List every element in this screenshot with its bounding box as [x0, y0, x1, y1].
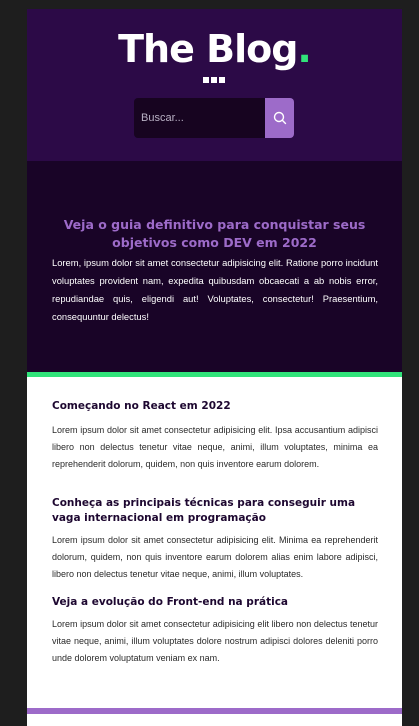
article-list: Começando no React em 2022 Lorem ipsum d…: [27, 377, 402, 708]
hero-title[interactable]: Veja o guia definitivo para conquistar s…: [51, 216, 378, 252]
site-logo[interactable]: The Blog.: [27, 27, 402, 71]
menu-dot: [211, 77, 217, 83]
search-bar: [134, 98, 294, 138]
logo-text: The Blog: [118, 27, 298, 71]
article-title[interactable]: Começando no React em 2022: [52, 399, 378, 414]
article-text: Lorem ipsum dolor sit amet consectetur a…: [52, 619, 378, 663]
article-title[interactable]: Conheça as principais técnicas para cons…: [52, 496, 378, 526]
search-icon: [273, 111, 286, 125]
menu-dots-icon[interactable]: [203, 77, 225, 83]
menu-dot: [203, 77, 209, 83]
hero-text: Lorem, ipsum dolor sit amet consectetur …: [52, 257, 378, 322]
search-input[interactable]: [134, 98, 265, 138]
site-header: The Blog.: [27, 9, 402, 161]
page-frame: The Blog. Veja o guia definitivo para co…: [27, 9, 402, 726]
article-text: Lorem ipsum dolor sit amet consectetur a…: [52, 535, 378, 579]
search-button[interactable]: [265, 98, 294, 138]
menu-dot: [219, 77, 225, 83]
logo-dot: .: [297, 27, 311, 71]
article-text: Lorem ipsum dolor sit amet consectetur a…: [52, 425, 378, 469]
footer-area: [27, 714, 402, 726]
article-title[interactable]: Veja a evolução do Front-end na prática: [52, 595, 378, 610]
hero-section: Veja o guia definitivo para conquistar s…: [27, 161, 402, 372]
